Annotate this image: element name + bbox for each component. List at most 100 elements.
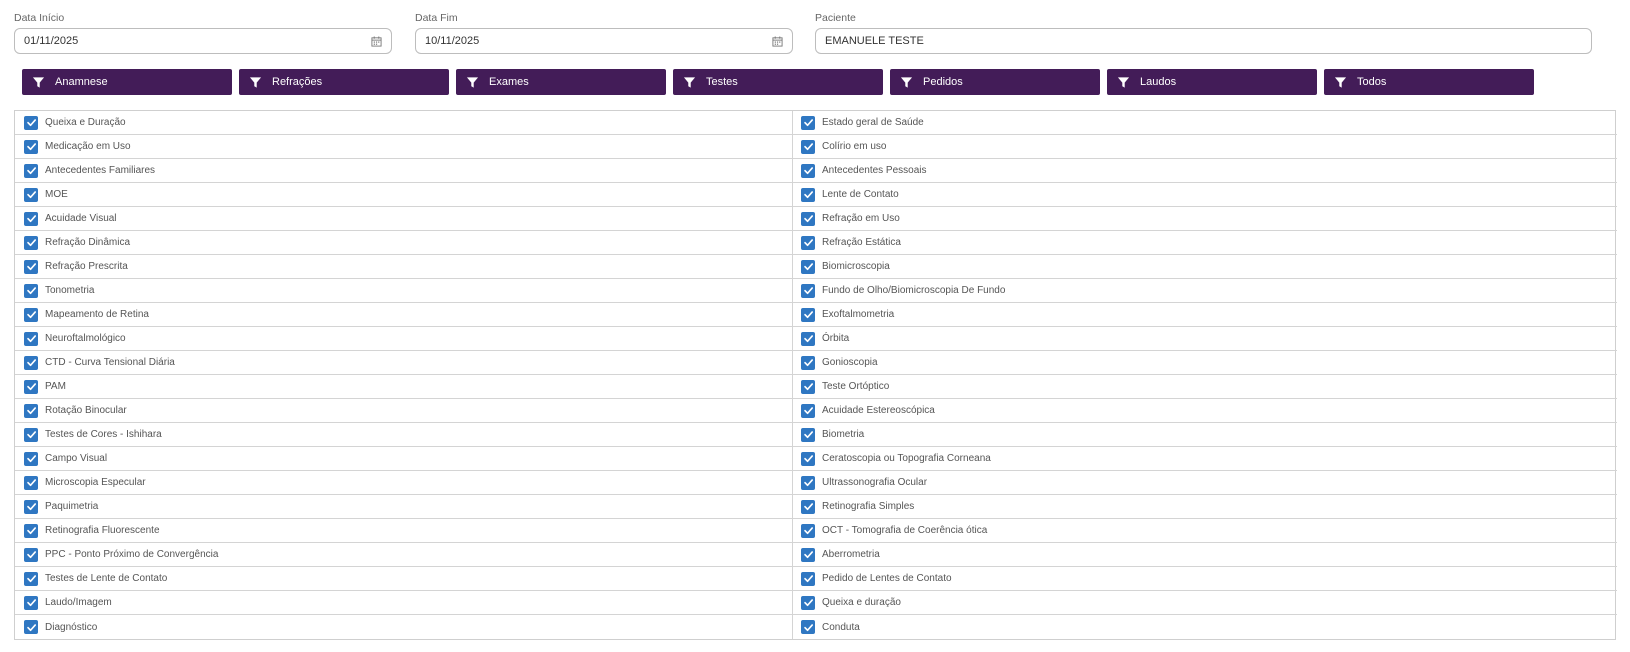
checkbox-label: Retinografia Simples bbox=[822, 501, 915, 512]
checkbox-label: Teste Ortóptico bbox=[822, 381, 890, 392]
checkbox[interactable] bbox=[24, 235, 38, 250]
checkbox-row: PPC - Ponto Próximo de Convergência bbox=[15, 543, 792, 567]
checkbox[interactable] bbox=[24, 283, 38, 298]
filter-button-todos[interactable]: Todos bbox=[1324, 69, 1534, 95]
end-date-input[interactable]: 10/11/2025 bbox=[415, 28, 793, 54]
checkbox-label: Mapeamento de Retina bbox=[45, 309, 149, 320]
checkbox[interactable] bbox=[801, 355, 815, 370]
checkbox-label: Campo Visual bbox=[45, 453, 108, 464]
check-icon bbox=[26, 503, 36, 511]
checkbox-label: Antecedentes Familiares bbox=[45, 165, 156, 176]
checkbox[interactable] bbox=[24, 571, 38, 586]
check-icon bbox=[26, 239, 36, 247]
checkbox[interactable] bbox=[24, 499, 38, 514]
check-icon bbox=[26, 479, 36, 487]
start-date-input[interactable]: 01/11/2025 bbox=[14, 28, 392, 54]
checkbox-row: Teste Ortóptico bbox=[792, 375, 1617, 399]
checkbox[interactable] bbox=[801, 307, 815, 322]
filter-button-pedidos[interactable]: Pedidos bbox=[890, 69, 1100, 95]
checkbox[interactable] bbox=[801, 211, 815, 226]
checkbox[interactable] bbox=[801, 523, 815, 538]
checkbox[interactable] bbox=[801, 283, 815, 298]
checkbox[interactable] bbox=[801, 499, 815, 514]
checkbox[interactable] bbox=[24, 475, 38, 490]
calendar-icon[interactable] bbox=[371, 36, 382, 47]
checkbox-label: Rotação Binocular bbox=[45, 405, 127, 416]
check-icon bbox=[26, 191, 36, 199]
checkbox[interactable] bbox=[24, 187, 38, 202]
check-icon bbox=[26, 335, 36, 343]
checkbox[interactable] bbox=[801, 571, 815, 586]
checkbox[interactable] bbox=[24, 211, 38, 226]
checkbox[interactable] bbox=[801, 259, 815, 274]
checkbox-label: Acuidade Estereoscópica bbox=[822, 405, 935, 416]
check-icon bbox=[26, 287, 36, 295]
checkbox[interactable] bbox=[24, 331, 38, 346]
checkbox-row: Conduta bbox=[792, 615, 1617, 639]
checkbox[interactable] bbox=[801, 379, 815, 394]
checkbox-row: Lente de Contato bbox=[792, 183, 1617, 207]
filter-button-exames[interactable]: Exames bbox=[456, 69, 666, 95]
filter-icon bbox=[683, 76, 696, 88]
checkbox[interactable] bbox=[24, 595, 38, 610]
checkbox[interactable] bbox=[801, 403, 815, 418]
checkbox[interactable] bbox=[801, 427, 815, 442]
checkbox[interactable] bbox=[24, 379, 38, 394]
checkbox[interactable] bbox=[24, 307, 38, 322]
checkbox[interactable] bbox=[801, 547, 815, 562]
checkbox-row: Tonometria bbox=[15, 279, 792, 303]
checkbox[interactable] bbox=[24, 547, 38, 562]
checkbox[interactable] bbox=[801, 595, 815, 610]
checkbox[interactable] bbox=[24, 451, 38, 466]
checkbox[interactable] bbox=[801, 163, 815, 178]
checkbox-label: Colírio em uso bbox=[822, 141, 887, 152]
check-icon bbox=[803, 383, 813, 391]
check-icon bbox=[803, 191, 813, 199]
checkbox-label: Lente de Contato bbox=[822, 189, 899, 200]
checkbox[interactable] bbox=[24, 163, 38, 178]
filter-button-laudos[interactable]: Laudos bbox=[1107, 69, 1317, 95]
check-icon bbox=[803, 455, 813, 463]
checkbox[interactable] bbox=[24, 139, 38, 154]
checkbox-row: Fundo de Olho/Biomicroscopia De Fundo bbox=[792, 279, 1617, 303]
checkbox[interactable] bbox=[24, 403, 38, 418]
checkbox[interactable] bbox=[801, 451, 815, 466]
checkbox-row: Refração em Uso bbox=[792, 207, 1617, 231]
checkbox-row: Exoftalmometria bbox=[792, 303, 1617, 327]
checkbox[interactable] bbox=[801, 620, 815, 634]
filter-icon bbox=[466, 76, 479, 88]
checkbox-label: Refração Dinâmica bbox=[45, 237, 131, 248]
checkbox[interactable] bbox=[801, 139, 815, 154]
checkbox[interactable] bbox=[24, 523, 38, 538]
checkbox[interactable] bbox=[24, 427, 38, 442]
checkbox[interactable] bbox=[801, 235, 815, 250]
checkbox[interactable] bbox=[24, 620, 38, 634]
check-icon bbox=[803, 431, 813, 439]
patient-label: Paciente bbox=[815, 12, 856, 24]
checkbox-row: Rotação Binocular bbox=[15, 399, 792, 423]
patient-input[interactable]: EMANUELE TESTE bbox=[815, 28, 1592, 54]
checkbox-row: Ceratoscopia ou Topografia Corneana bbox=[792, 447, 1617, 471]
checkbox-label: Testes de Lente de Contato bbox=[45, 573, 168, 584]
checkbox-label: MOE bbox=[45, 189, 68, 200]
filter-button-anamnese[interactable]: Anamnese bbox=[22, 69, 232, 95]
checkbox[interactable] bbox=[801, 331, 815, 346]
checkbox-label: Testes de Cores - Ishihara bbox=[45, 429, 162, 440]
checkbox-label: Estado geral de Saúde bbox=[822, 117, 924, 128]
checkbox[interactable] bbox=[801, 115, 815, 130]
check-icon bbox=[803, 167, 813, 175]
filter-button-testes[interactable]: Testes bbox=[673, 69, 883, 95]
checkbox[interactable] bbox=[801, 187, 815, 202]
calendar-icon[interactable] bbox=[772, 36, 783, 47]
checkbox[interactable] bbox=[24, 355, 38, 370]
checkbox-label: Biometria bbox=[822, 429, 865, 440]
checkbox-label: PPC - Ponto Próximo de Convergência bbox=[45, 549, 219, 560]
checkbox[interactable] bbox=[801, 475, 815, 490]
checkbox[interactable] bbox=[24, 259, 38, 274]
checkbox-label: Queixa e duração bbox=[822, 597, 901, 608]
check-icon bbox=[26, 263, 36, 271]
checkbox[interactable] bbox=[24, 115, 38, 130]
filter-button-refracoes[interactable]: Refrações bbox=[239, 69, 449, 95]
checkbox-row: CTD - Curva Tensional Diária bbox=[15, 351, 792, 375]
check-icon bbox=[26, 311, 36, 319]
